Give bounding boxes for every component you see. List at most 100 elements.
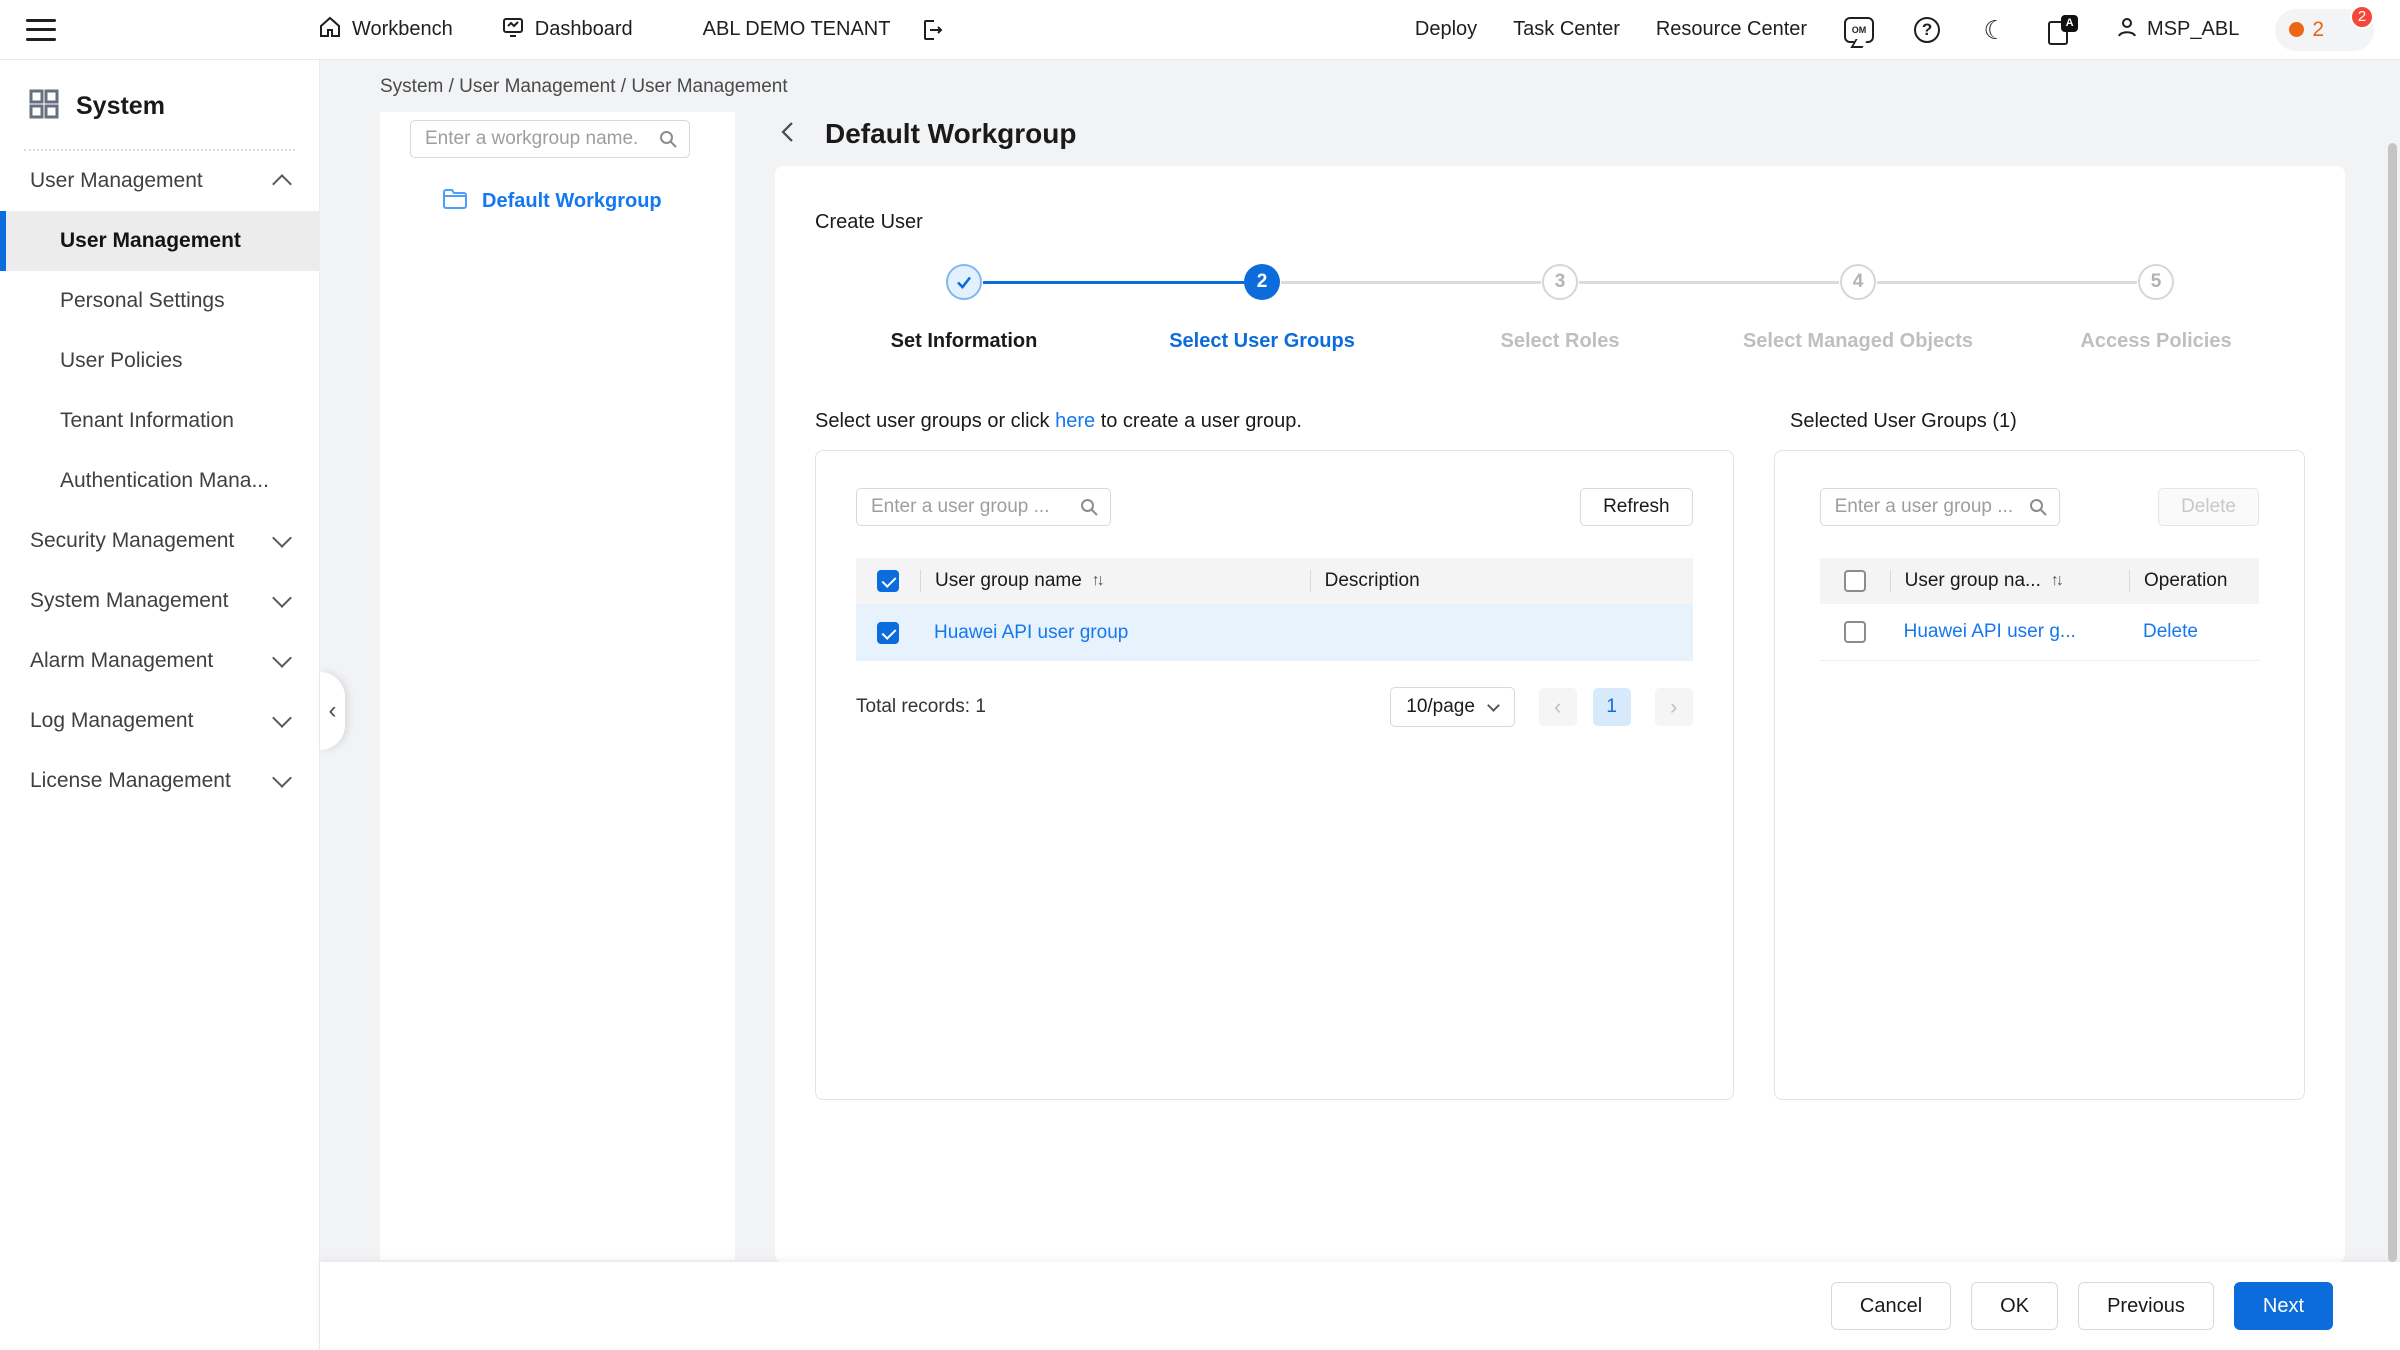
step-3-label: Select Roles [1410,330,1710,353]
user-group-link[interactable]: Huawei API user group [934,622,1128,644]
chevron-down-icon [272,768,292,788]
available-groups-panel: Refresh User group name ↑↓ Description [815,450,1734,1100]
sidebar-group-user-management[interactable]: User Management [0,151,319,211]
total-records: Total records: 1 [856,696,986,718]
step-2-label: Select User Groups [1112,330,1412,353]
cancel-button[interactable]: Cancel [1831,1282,1951,1330]
vertical-scrollbar[interactable] [2388,143,2397,1262]
sidebar-group-security-management[interactable]: Security Management [0,511,319,571]
step-2-circle: 2 [1244,264,1280,300]
nav-left: Workbench Dashboard ABL DEMO TENANT [318,14,948,46]
translate-icon[interactable]: A [2047,14,2079,46]
sidebar: System User Management User Management P… [0,60,320,1350]
selected-groups-heading: Selected User Groups (1) [1790,410,2017,433]
folder-icon [442,188,468,215]
nav-workbench-label: Workbench [352,18,453,41]
workgroup-search-input[interactable] [410,120,690,158]
step-4-label: Select Managed Objects [1708,330,2008,353]
search-icon [1079,497,1099,522]
selected-groups-table: User group na... ↑↓ Operation Huawei API… [1820,558,2259,661]
main-panel: Default Workgroup Create User 2 3 4 5 Se… [775,112,2345,1263]
tenant-name[interactable]: ABL DEMO TENANT [703,18,891,41]
content-area: System / User Management / User Manageme… [320,60,2400,1350]
table-row[interactable]: Huawei API user group [856,604,1693,661]
chevron-down-icon [1487,699,1500,712]
step-3-circle: 3 [1542,264,1578,300]
nav-workbench[interactable]: Workbench [318,15,453,45]
top-navbar: Workbench Dashboard ABL DEMO TENANT Depl… [0,0,2400,60]
nav-dashboard[interactable]: Dashboard [501,15,633,45]
create-user-group-link[interactable]: here [1055,410,1095,432]
available-groups-table: User group name ↑↓ Description Huawei AP… [856,558,1693,661]
page-size-select[interactable]: 10/page [1390,687,1515,727]
dark-mode-icon[interactable]: ☾ [1979,14,2011,46]
section-title: Create User [815,211,2305,234]
column-description: Description [1310,570,1693,592]
row-checkbox[interactable] [1844,621,1866,643]
dashboard-icon [501,15,525,45]
page-1-button[interactable]: 1 [1593,688,1631,726]
next-button[interactable]: Next [2234,1282,2333,1330]
nav-deploy[interactable]: Deploy [1415,18,1477,41]
notifications-logo-icon[interactable]: 2 [2332,13,2366,47]
sidebar-title: System [76,92,165,121]
sidebar-item-personal-settings[interactable]: Personal Settings [0,271,319,331]
sidebar-item-user-policies[interactable]: User Policies [0,331,319,391]
column-user-group-name[interactable]: User group na... [1905,570,2041,592]
sidebar-group-log-management[interactable]: Log Management [0,691,319,751]
column-operation: Operation [2129,570,2259,592]
workgroup-tree-panel: Default Workgroup [380,112,735,1260]
sort-icon[interactable]: ↑↓ [2051,572,2061,590]
help-icon[interactable]: ? [1911,14,1943,46]
column-user-group-name[interactable]: User group name [935,570,1082,592]
table-row[interactable]: Huawei API user g... Delete [1820,604,2259,661]
tree-item-label: Default Workgroup [482,190,662,213]
step-1-label: Set Information [814,330,1114,353]
delete-row-link[interactable]: Delete [2143,621,2198,642]
nav-task-center[interactable]: Task Center [1513,18,1620,41]
selected-groups-panel: Delete User group na... ↑↓ Operation [1774,450,2305,1100]
row-checkbox[interactable] [877,622,899,644]
sidebar-item-authentication-management[interactable]: Authentication Mana... [0,451,319,511]
select-all-checkbox[interactable] [1844,570,1866,592]
home-icon [318,15,342,45]
user-group-search-input[interactable] [856,488,1111,526]
step-1-circle [946,264,982,300]
delete-button[interactable]: Delete [2158,488,2259,526]
menu-icon[interactable] [26,19,56,41]
om-chat-icon[interactable]: OM [1843,14,1875,46]
exit-tenant-icon[interactable] [916,14,948,46]
breadcrumb: System / User Management / User Manageme… [380,76,788,98]
step-5-circle: 5 [2138,264,2174,300]
tree-item-default-workgroup[interactable]: Default Workgroup [380,188,735,215]
footer-actions: Cancel OK Previous Next [320,1262,2400,1350]
chevron-down-icon [272,588,292,608]
user-menu[interactable]: MSP_ABL [2115,15,2239,45]
username: MSP_ABL [2147,18,2239,41]
next-page-button[interactable]: › [1655,688,1693,726]
sort-icon[interactable]: ↑↓ [1092,572,1102,590]
step-4-circle: 4 [1840,264,1876,300]
sidebar-group-alarm-management[interactable]: Alarm Management [0,631,319,691]
ok-button[interactable]: OK [1971,1282,2058,1330]
select-all-checkbox[interactable] [877,570,899,592]
chevron-down-icon [272,648,292,668]
user-icon [2115,15,2139,45]
alarm-dot-icon [2289,22,2304,37]
user-group-link[interactable]: Huawei API user g... [1904,621,2076,643]
prev-page-button[interactable]: ‹ [1539,688,1577,726]
sidebar-item-tenant-information[interactable]: Tenant Information [0,391,319,451]
previous-button[interactable]: Previous [2078,1282,2214,1330]
sidebar-group-license-management[interactable]: License Management [0,751,319,811]
sidebar-item-user-management[interactable]: User Management [0,211,319,271]
sidebar-group-system-management[interactable]: System Management [0,571,319,631]
alarm-count: 2 [2312,18,2324,42]
selected-group-search-input[interactable] [1820,488,2060,526]
search-icon [2028,497,2048,522]
nav-resource-center[interactable]: Resource Center [1656,18,1807,41]
refresh-button[interactable]: Refresh [1580,488,1693,526]
chevron-up-icon [272,174,292,194]
back-arrow-icon[interactable] [775,118,803,151]
alarm-pill[interactable]: 2 2 [2275,9,2374,51]
nav-right: Deploy Task Center Resource Center OM ? … [1415,9,2374,51]
